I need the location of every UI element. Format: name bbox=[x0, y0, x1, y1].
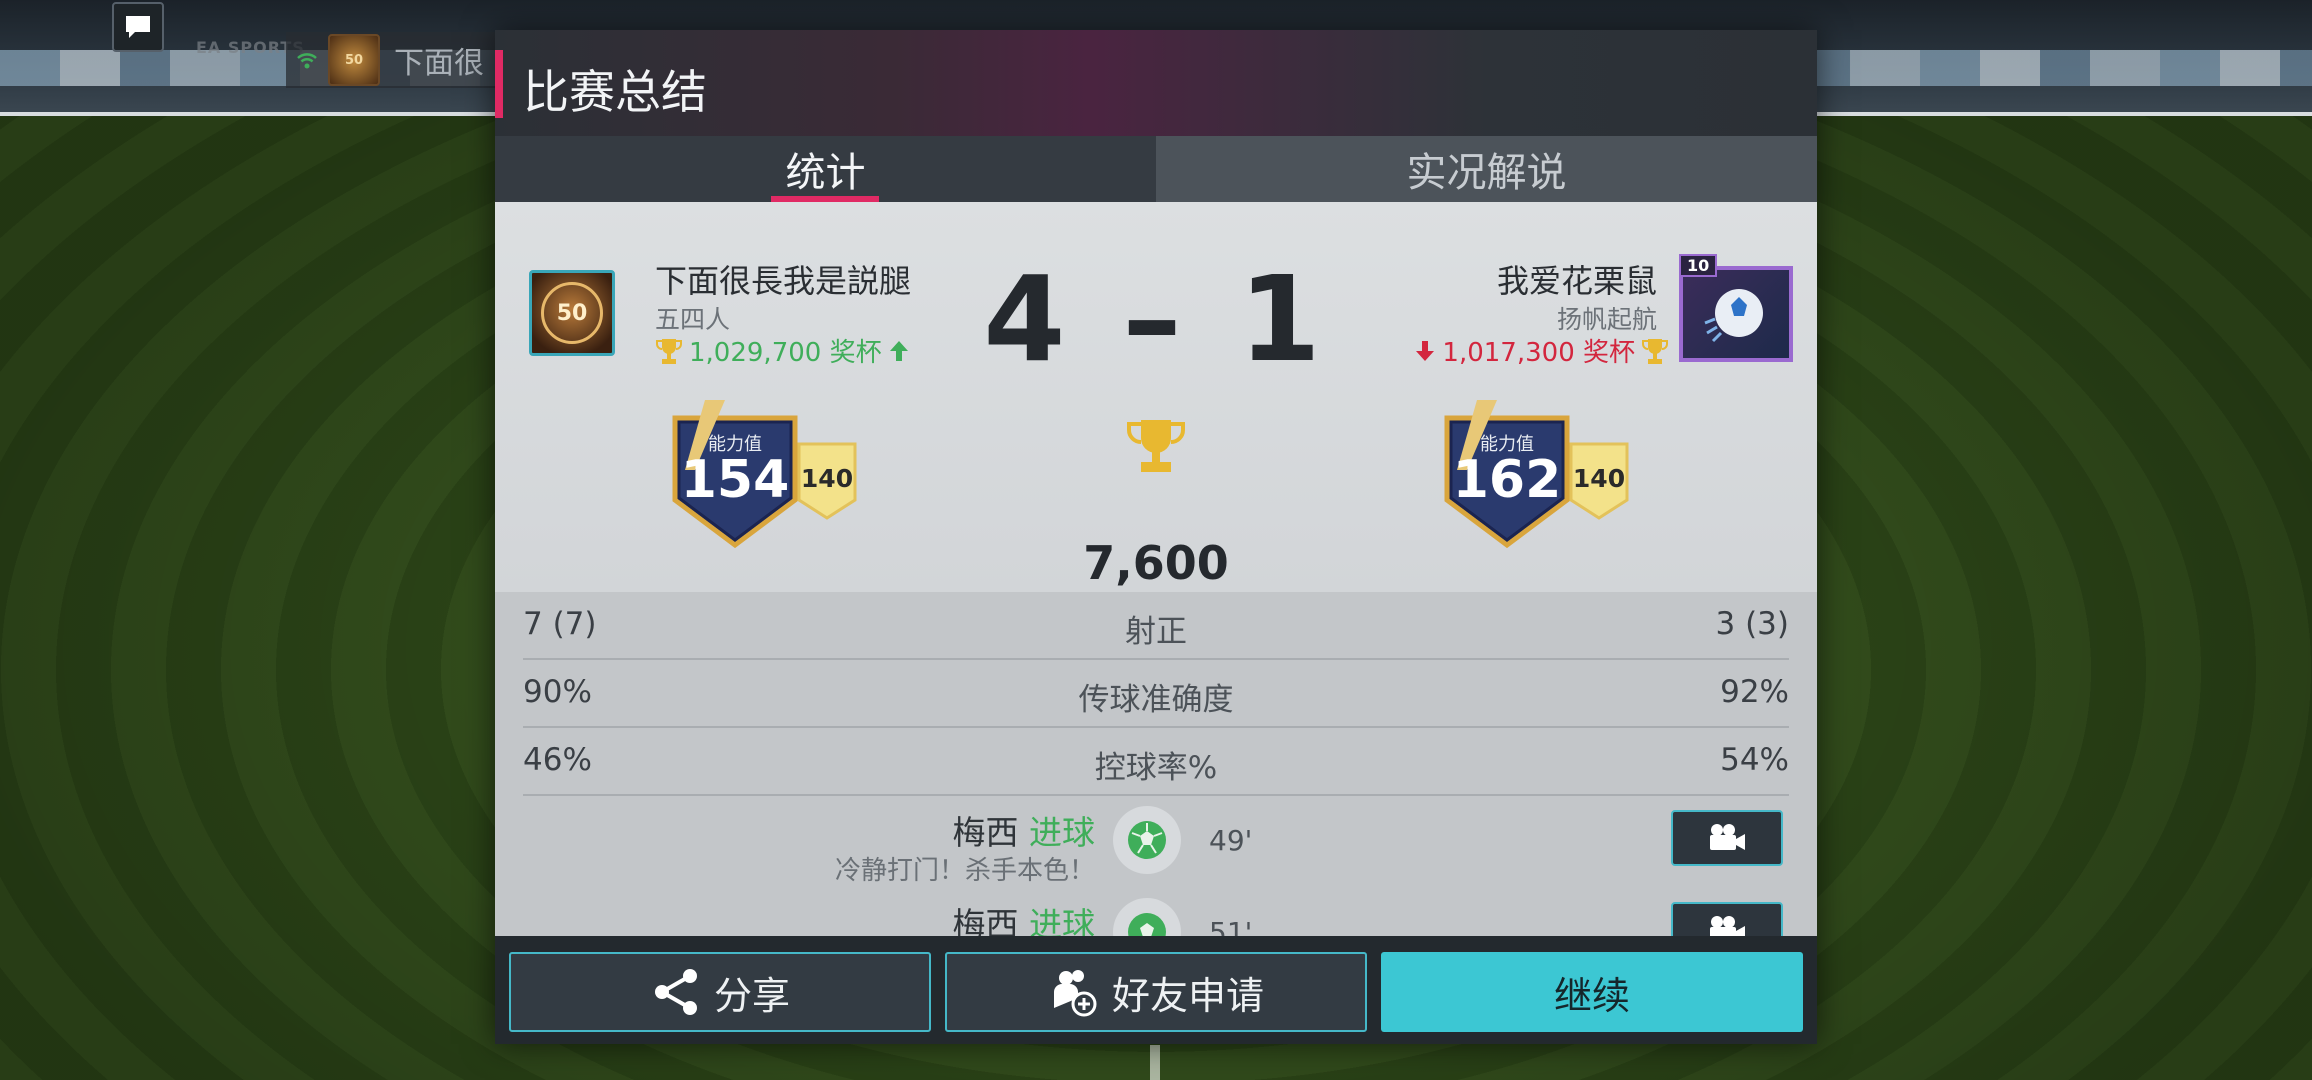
goal-ball-icon bbox=[1113, 806, 1181, 874]
prize-trophies: 7,600 bbox=[1083, 536, 1229, 590]
action-bar: 分享 好友申请 继续 bbox=[495, 936, 1817, 1044]
add-friend-icon bbox=[1053, 970, 1097, 1017]
event-description: 冷静打门！杀手本色！ bbox=[834, 856, 1095, 886]
hud-player-badge: 50 bbox=[328, 34, 380, 86]
continue-button-label: 继续 bbox=[1553, 973, 1630, 1018]
stat-away-value: 3 (3) bbox=[1715, 606, 1790, 642]
friend-request-button[interactable]: 好友申请 bbox=[945, 952, 1367, 1032]
continue-button[interactable]: 继续 bbox=[1381, 952, 1803, 1032]
friend-request-label: 好友申请 bbox=[1111, 973, 1264, 1018]
stat-label: 控球率% bbox=[1094, 750, 1218, 786]
dialog-header: 比赛总结 bbox=[495, 30, 1817, 138]
tab-stats-label: 统计 bbox=[785, 150, 866, 196]
away-rating-value: 162 bbox=[1452, 450, 1562, 510]
stat-row: 7 (7) 射正 3 (3) bbox=[523, 592, 1789, 660]
stat-row: 46% 控球率% 54% bbox=[523, 728, 1789, 796]
event-player: 梅西 进球 bbox=[953, 806, 1096, 854]
home-rating-value: 154 bbox=[680, 450, 790, 510]
stats-section: 7 (7) 射正 3 (3) 90% 传球准确度 92% 46% 控球率% 54… bbox=[495, 592, 1817, 966]
stat-label: 传球准确度 bbox=[1078, 682, 1234, 718]
chat-bubble-icon bbox=[126, 16, 150, 38]
soccer-ball-icon bbox=[1128, 821, 1166, 859]
share-button-label: 分享 bbox=[713, 973, 790, 1018]
tab-stats[interactable]: 统计 bbox=[495, 136, 1156, 202]
dialog-title: 比赛总结 bbox=[523, 65, 707, 119]
header-accent-bar bbox=[495, 50, 503, 118]
stat-row: 90% 传球准确度 92% bbox=[523, 660, 1789, 728]
tab-commentary-label: 实况解说 bbox=[1406, 150, 1567, 196]
pitch-line bbox=[1150, 1045, 1160, 1080]
stat-label: 射正 bbox=[1125, 614, 1187, 650]
match-score: 4 – 1 bbox=[983, 250, 1329, 388]
home-sub-rating: 140 bbox=[800, 464, 854, 493]
hud-player-bar: 50 下面很 bbox=[286, 32, 506, 88]
match-summary-dialog: 比赛总结 统计 实况解说 50 下面很長我是説腿 五四人 1,029,700 奖… bbox=[495, 30, 1817, 1044]
away-sub-rating: 140 bbox=[1572, 464, 1626, 493]
event-player-name: 梅西 bbox=[952, 813, 1019, 852]
stat-away-value: 54% bbox=[1720, 742, 1789, 778]
tab-commentary[interactable]: 实况解说 bbox=[1156, 136, 1817, 202]
away-rating-badge: 能力值 162 140 bbox=[1437, 400, 1657, 550]
wifi-icon bbox=[297, 53, 317, 69]
replay-button[interactable] bbox=[1671, 810, 1783, 866]
hud-player-name: 下面很 bbox=[394, 46, 484, 81]
share-button[interactable]: 分享 bbox=[509, 952, 931, 1032]
prize-trophy-icon bbox=[1127, 420, 1185, 472]
chat-button[interactable] bbox=[112, 2, 164, 52]
video-camera-icon bbox=[1710, 824, 1745, 850]
stat-away-value: 92% bbox=[1720, 674, 1789, 710]
event-type: 进球 bbox=[1029, 813, 1095, 852]
goal-event: 梅西 进球 冷静打门！杀手本色！ 49' bbox=[495, 796, 1817, 886]
home-rating-badge: 能力值 154 140 bbox=[665, 400, 885, 550]
share-icon bbox=[654, 969, 697, 1015]
event-minute: 49' bbox=[1209, 824, 1253, 857]
tab-bar: 统计 实况解说 bbox=[495, 136, 1817, 202]
